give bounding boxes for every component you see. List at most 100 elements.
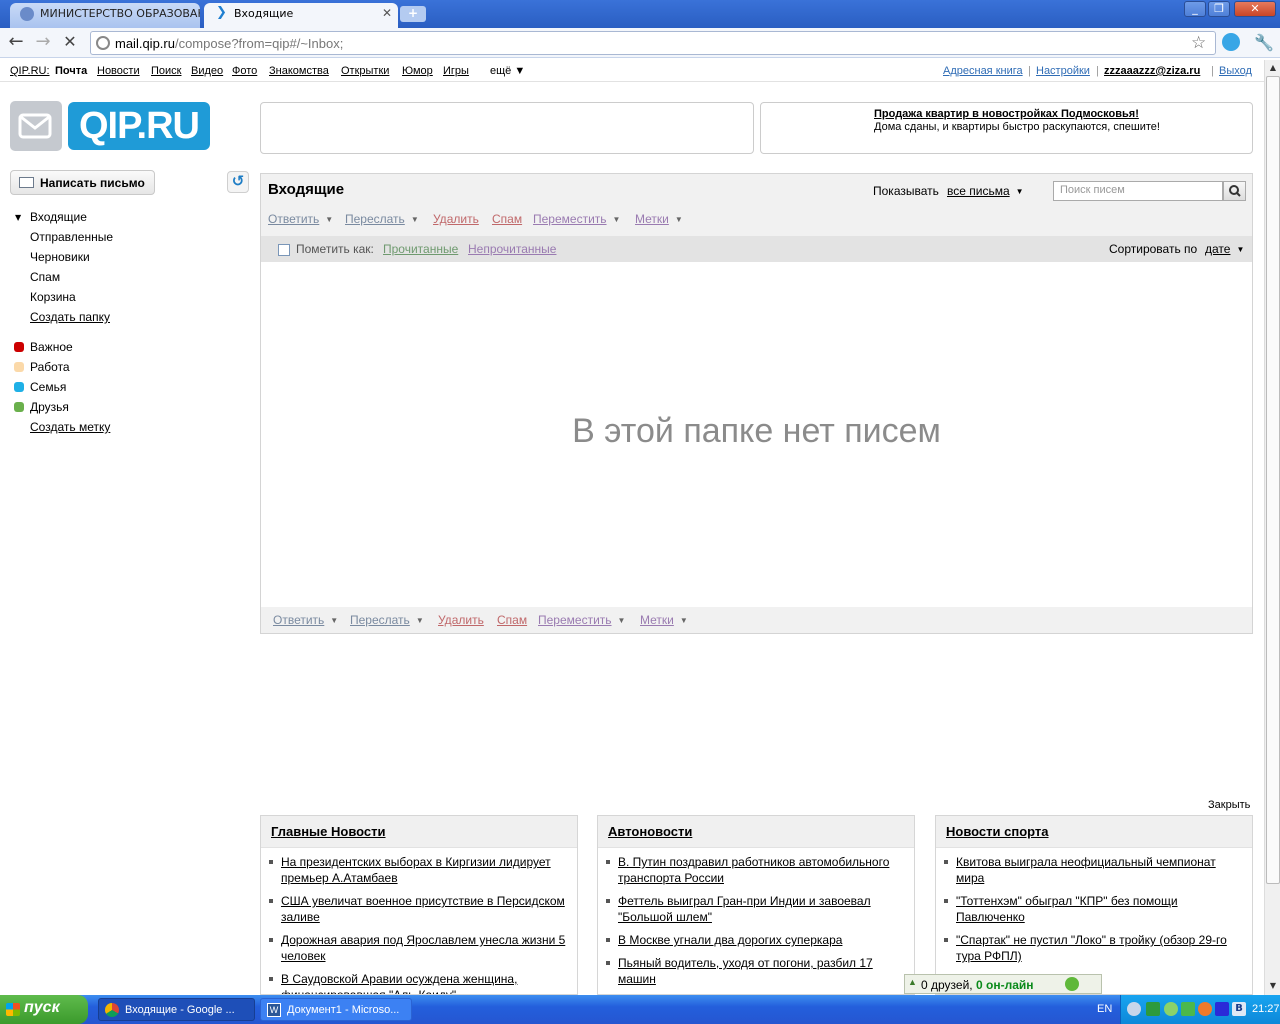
- nav-search[interactable]: Поиск: [151, 65, 181, 77]
- reply-action[interactable]: Ответить ▼: [268, 212, 333, 226]
- vertical-scrollbar[interactable]: ▲ ▼: [1264, 60, 1280, 995]
- tab-inbox[interactable]: ❯ Входящие ✕: [204, 3, 398, 28]
- news-item[interactable]: В Москве угнали два дорогих суперкара: [606, 932, 906, 948]
- new-tab-button[interactable]: +: [400, 6, 426, 22]
- tab-ministry[interactable]: МИНИСТЕРСТВО ОБРАЗОВАН: [10, 3, 200, 28]
- bookmark-star-icon[interactable]: ☆: [1191, 33, 1206, 53]
- stop-icon[interactable]: ✕: [60, 33, 80, 53]
- nav-games[interactable]: Игры: [443, 65, 469, 77]
- ad-banner-left[interactable]: [260, 102, 754, 154]
- folder-drafts[interactable]: Черновики: [30, 250, 90, 264]
- nav-mail[interactable]: Почта: [55, 65, 87, 77]
- folder-sent[interactable]: Отправленные: [30, 230, 113, 244]
- nav-video[interactable]: Видео: [191, 65, 223, 77]
- delete-action[interactable]: Удалить: [433, 212, 479, 226]
- settings-link[interactable]: Настройки: [1036, 65, 1090, 77]
- sort-select[interactable]: дате ▼: [1205, 242, 1244, 256]
- mail-search-input[interactable]: Поиск писем: [1053, 181, 1223, 201]
- label-important[interactable]: Важное: [30, 340, 73, 354]
- forward-button[interactable]: →: [33, 33, 53, 53]
- news-item[interactable]: Дорожная авария под Ярославлем унесла жи…: [269, 932, 569, 964]
- nav-cards[interactable]: Открытки: [341, 65, 389, 77]
- select-all-checkbox[interactable]: [278, 244, 290, 256]
- mark-read-link[interactable]: Прочитанные: [383, 242, 458, 256]
- move-action[interactable]: Переместить ▼: [533, 212, 620, 226]
- scroll-up-icon[interactable]: ▲: [1266, 60, 1280, 76]
- tray-qip-icon[interactable]: [1164, 1002, 1178, 1016]
- user-email[interactable]: zzzaaazzz@ziza.ru: [1104, 65, 1200, 77]
- reply-action-bottom[interactable]: Ответить ▼: [273, 613, 338, 627]
- news-item[interactable]: На президентских выборах в Киргизии лиди…: [269, 854, 569, 886]
- nav-dating[interactable]: Знакомства: [269, 65, 329, 77]
- nav-more[interactable]: ещё ▼: [490, 65, 525, 77]
- nav-news[interactable]: Новости: [97, 65, 140, 77]
- logout-link[interactable]: Выход: [1219, 65, 1252, 77]
- move-action-bottom[interactable]: Переместить ▼: [538, 613, 625, 627]
- tray-media-icon[interactable]: [1215, 1002, 1229, 1016]
- labels-action[interactable]: Метки ▼: [635, 212, 683, 226]
- friends-status-bar[interactable]: ▲ 0 друзей, 0 он-лайн: [904, 974, 1102, 994]
- show-filter-select[interactable]: все письма ▼: [947, 184, 1024, 198]
- wrench-icon[interactable]: 🔧: [1254, 33, 1274, 52]
- create-folder-link[interactable]: Создать папку: [30, 310, 110, 324]
- nav-humor[interactable]: Юмор: [402, 65, 433, 77]
- scroll-down-icon[interactable]: ▼: [1266, 978, 1280, 994]
- qip-status-icon[interactable]: [1065, 977, 1079, 991]
- tray-vk-icon[interactable]: B: [1232, 1002, 1246, 1016]
- clock[interactable]: 21:27: [1252, 1003, 1280, 1015]
- news-block-title[interactable]: Главные Новости: [261, 816, 577, 848]
- label-friends[interactable]: Друзья: [30, 400, 69, 414]
- news-block-title[interactable]: Новости спорта: [936, 816, 1252, 848]
- tray-app-icon[interactable]: [1198, 1002, 1212, 1016]
- close-tab-icon[interactable]: ✕: [382, 6, 392, 20]
- close-window-button[interactable]: ✕: [1234, 1, 1276, 17]
- ad-title[interactable]: Продажа квартир в новостройках Подмосков…: [874, 108, 1139, 120]
- folder-inbox[interactable]: Входящие: [30, 210, 87, 224]
- address-book-link[interactable]: Адресная книга: [943, 65, 1023, 77]
- task-word[interactable]: W Документ1 - Microso...: [260, 998, 412, 1021]
- news-item[interactable]: В. Путин поздравил работников автомобиль…: [606, 854, 906, 886]
- delete-action-bottom[interactable]: Удалить: [438, 613, 484, 627]
- forward-action-bottom[interactable]: Переслать ▼: [350, 613, 424, 627]
- compose-button[interactable]: Написать письмо: [10, 170, 155, 195]
- tray-expand-icon[interactable]: [1127, 1002, 1141, 1016]
- refresh-button[interactable]: ↺: [227, 171, 249, 193]
- label-family[interactable]: Семья: [30, 380, 66, 394]
- language-indicator[interactable]: EN: [1097, 1003, 1112, 1015]
- expand-up-icon[interactable]: ▲: [908, 977, 917, 987]
- label-work[interactable]: Работа: [30, 360, 70, 374]
- spam-action-bottom[interactable]: Спам: [497, 613, 527, 627]
- tray-network-icon[interactable]: [1181, 1002, 1195, 1016]
- back-button[interactable]: ←: [6, 33, 26, 53]
- collapse-arrow-icon[interactable]: ▼: [15, 213, 21, 222]
- skype-icon[interactable]: [1222, 33, 1240, 51]
- ad-banner-right[interactable]: Продажа квартир в новостройках Подмосков…: [760, 102, 1253, 154]
- news-item[interactable]: "Тоттенхэм" обыграл "КПР" без помощи Пав…: [944, 893, 1244, 925]
- news-item[interactable]: "Спартак" не пустил "Локо" в тройку (обз…: [944, 932, 1244, 964]
- folder-trash[interactable]: Корзина: [30, 290, 76, 304]
- news-item[interactable]: США увеличат военное присутствие в Перси…: [269, 893, 569, 925]
- nav-photo[interactable]: Фото: [232, 65, 257, 77]
- scroll-thumb[interactable]: [1266, 76, 1280, 884]
- create-label-link[interactable]: Создать метку: [30, 420, 110, 434]
- mark-unread-link[interactable]: Непрочитанные: [468, 242, 556, 256]
- qip-logo[interactable]: QIP.RU: [10, 101, 210, 151]
- minimize-button[interactable]: _: [1184, 1, 1206, 17]
- news-item[interactable]: Квитова выиграла неофициальный чемпионат…: [944, 854, 1244, 886]
- labels-action-bottom[interactable]: Метки ▼: [640, 613, 688, 627]
- maximize-button[interactable]: ❐: [1208, 1, 1230, 17]
- news-item[interactable]: Феттель выиграл Гран-при Индии и завоева…: [606, 893, 906, 925]
- start-button[interactable]: пуск: [0, 995, 88, 1024]
- task-chrome[interactable]: Входящие - Google ...: [98, 998, 255, 1021]
- close-news-link[interactable]: Закрыть: [1208, 799, 1250, 811]
- address-bar[interactable]: mail.qip.ru/compose?from=qip#/~Inbox; ☆: [90, 31, 1216, 55]
- search-button[interactable]: [1223, 181, 1246, 201]
- news-item[interactable]: В Саудовской Аравии осуждена женщина, фи…: [269, 971, 569, 994]
- spam-action[interactable]: Спам: [492, 212, 522, 226]
- forward-action[interactable]: Переслать ▼: [345, 212, 419, 226]
- news-item[interactable]: Пьяный водитель, уходя от погони, разбил…: [606, 955, 906, 987]
- folder-spam[interactable]: Спам: [30, 270, 60, 284]
- news-block-title[interactable]: Автоновости: [598, 816, 914, 848]
- nav-qip[interactable]: QIP.RU:: [10, 65, 50, 77]
- tray-icq-icon[interactable]: [1146, 1002, 1160, 1016]
